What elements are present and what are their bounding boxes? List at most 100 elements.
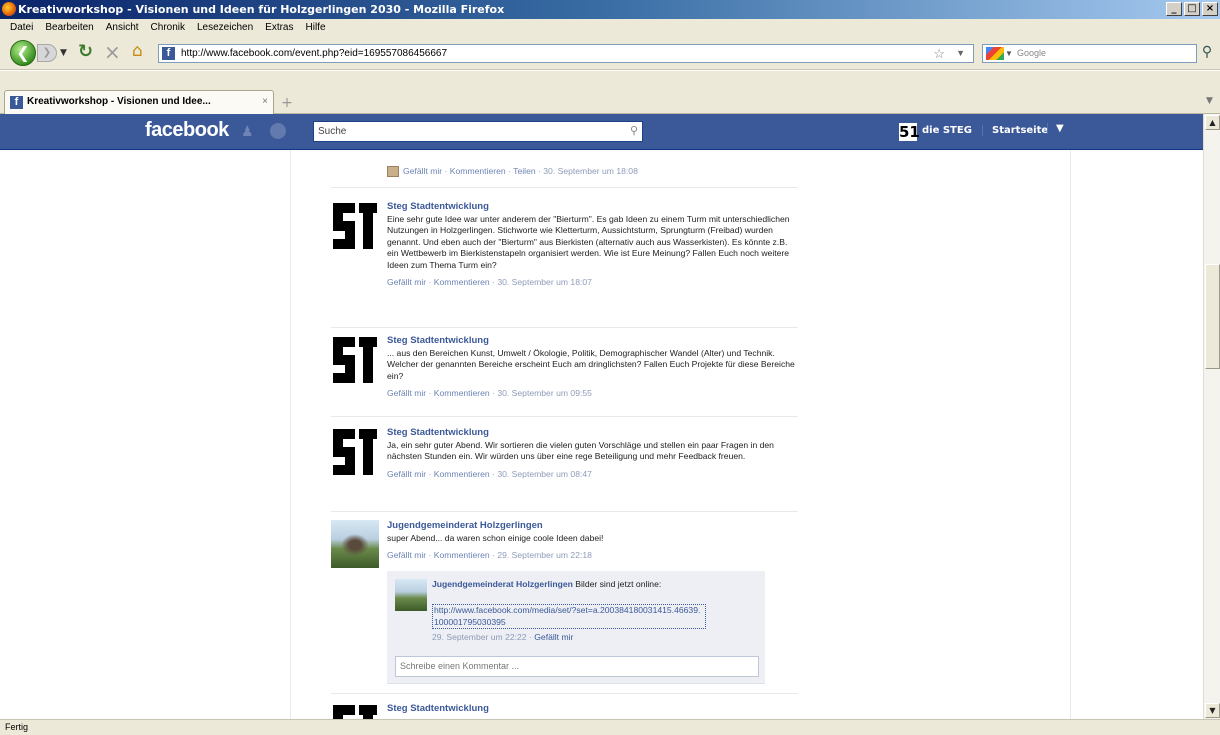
- home-icon[interactable]: ⌂: [132, 41, 143, 61]
- post-time: 30. September um 08:47: [497, 468, 592, 479]
- friend-requests-icon[interactable]: ♟: [241, 124, 254, 140]
- history-dropdown-icon[interactable]: ▼: [60, 48, 67, 58]
- engine-dropdown-icon[interactable]: ▼: [1005, 45, 1013, 62]
- url-text: http://www.facebook.com/event.php?eid=16…: [181, 48, 448, 59]
- comment-link[interactable]: Kommentieren: [434, 388, 490, 398]
- share-link[interactable]: Teilen: [513, 166, 535, 176]
- google-icon[interactable]: [986, 47, 1004, 60]
- window-title-bar: Kreativworkshop - Visionen und Ideen für…: [0, 0, 1220, 19]
- post-author[interactable]: Steg Stadtentwicklung: [387, 427, 797, 438]
- search-engine-input[interactable]: ▼ Google: [982, 44, 1197, 63]
- post-text: Ja, ein sehr guter Abend. Wir sortieren …: [387, 440, 774, 462]
- menu-ansicht[interactable]: Ansicht: [100, 22, 145, 33]
- post-actions: Gefällt mir · Kommentieren · 30. Septemb…: [387, 277, 592, 288]
- window-title: Kreativworkshop - Visionen und Ideen für…: [18, 3, 505, 16]
- jugendgemeinderat-avatar[interactable]: [331, 520, 379, 568]
- comment-box: Jugendgemeinderat Holzgerlingen Bilder s…: [387, 571, 765, 684]
- url-dropdown-icon[interactable]: ▼: [956, 45, 965, 62]
- comment-link[interactable]: Kommentieren: [450, 166, 506, 176]
- comment-link-url[interactable]: http://www.facebook.com/media/set/?set=a…: [432, 604, 706, 630]
- steg-avatar[interactable]: [331, 335, 379, 385]
- tab-kreativworkshop[interactable]: f Kreativworkshop - Visionen und Idee...…: [4, 90, 274, 114]
- facebook-header: facebook ♟ Suche ⚲ 51 die STEG Startseit…: [0, 114, 1203, 150]
- menu-hilfe[interactable]: Hilfe: [300, 22, 332, 33]
- write-comment-input[interactable]: Schreibe einen Kommentar ...: [395, 656, 759, 677]
- tab-close-icon[interactable]: ×: [262, 91, 268, 113]
- comment-author[interactable]: Jugendgemeinderat Holzgerlingen: [432, 579, 573, 589]
- post-text: ... aus den Bereichen Kunst, Umwelt / Ök…: [387, 348, 795, 381]
- post-separator: [331, 327, 798, 328]
- like-link[interactable]: Gefällt mir: [387, 469, 426, 479]
- forward-button[interactable]: ❯: [37, 44, 57, 62]
- search-magnifier-icon[interactable]: ⚲: [1198, 44, 1216, 63]
- post-actions: Gefällt mir · Kommentieren · 29. Septemb…: [387, 550, 592, 561]
- profile-link[interactable]: die STEG: [922, 125, 972, 136]
- menu-lesezeichen[interactable]: Lesezeichen: [191, 22, 259, 33]
- scroll-down-icon[interactable]: ▼: [1205, 703, 1220, 718]
- status-bar: Fertig: [0, 719, 1220, 735]
- like-link[interactable]: Gefällt mir: [387, 388, 426, 398]
- scroll-up-icon[interactable]: ▲: [1205, 115, 1220, 130]
- facebook-search-input[interactable]: Suche ⚲: [313, 121, 643, 142]
- comment-avatar[interactable]: [395, 579, 427, 611]
- wall-post: Steg Stadtentwicklung ... aus den Bereic…: [331, 335, 798, 415]
- comment-like-link[interactable]: Gefällt mir: [534, 632, 573, 642]
- comment-text: Bilder sind jetzt online:: [572, 579, 662, 589]
- menu-datei[interactable]: Datei: [4, 22, 39, 33]
- menu-chronik[interactable]: Chronik: [145, 22, 191, 33]
- minimize-button[interactable]: _: [1166, 2, 1182, 16]
- post-body: Jugendgemeinderat Holzgerlingen super Ab…: [387, 520, 797, 560]
- menu-bearbeiten[interactable]: Bearbeiten: [39, 22, 99, 33]
- post-time: 30. September um 18:08: [543, 166, 638, 176]
- comment-link[interactable]: Kommentieren: [434, 277, 490, 287]
- post-author[interactable]: Steg Stadtentwicklung: [387, 335, 797, 346]
- share-attachment-icon: [387, 166, 399, 178]
- post-author[interactable]: Steg Stadtentwicklung: [387, 201, 797, 212]
- comment-actions: 29. September um 22:22 · Gefällt mir: [432, 632, 574, 643]
- post-body: Steg Stadtentwicklung ... aus den Bereic…: [387, 335, 797, 398]
- menu-extras[interactable]: Extras: [259, 22, 299, 33]
- steg-avatar[interactable]: [331, 427, 379, 477]
- scroll-thumb[interactable]: [1205, 264, 1220, 369]
- navigation-toolbar: ❮ ❯ ▼ ↻ × ⌂ f http://www.facebook.com/ev…: [0, 36, 1220, 70]
- post-time: 29. September um 22:18: [497, 550, 592, 561]
- toolbar-spacer: [0, 71, 1220, 88]
- new-tab-button[interactable]: +: [278, 94, 296, 112]
- previous-post-actions: Gefällt mir · Kommentieren · Teilen · 30…: [387, 166, 638, 178]
- post-separator: [331, 511, 798, 512]
- tab-list-icon[interactable]: ▼: [1206, 96, 1216, 110]
- facebook-logo[interactable]: facebook: [145, 119, 229, 142]
- steg-avatar[interactable]: [331, 201, 379, 251]
- bookmark-star-icon[interactable]: ☆: [933, 45, 945, 62]
- post-separator: [331, 416, 798, 417]
- steg-profile-icon[interactable]: 51: [899, 123, 920, 141]
- wall-post: Steg Stadtentwicklung Ja, ein sehr guter…: [331, 427, 798, 507]
- close-button[interactable]: ×: [1202, 2, 1218, 16]
- account-menu-icon[interactable]: ▼: [1047, 123, 1064, 134]
- back-button[interactable]: ❮: [10, 40, 36, 66]
- notifications-globe-icon[interactable]: [270, 123, 286, 139]
- stop-icon[interactable]: ×: [104, 40, 121, 64]
- vertical-scrollbar[interactable]: ▲ ▼: [1203, 114, 1220, 719]
- post-author[interactable]: Steg Stadtentwicklung: [387, 703, 797, 714]
- post-separator: [331, 693, 798, 694]
- post-text: super Abend... da waren schon einige coo…: [387, 533, 604, 543]
- url-bar[interactable]: f http://www.facebook.com/event.php?eid=…: [158, 44, 974, 63]
- reload-icon[interactable]: ↻: [78, 41, 93, 62]
- post-author[interactable]: Jugendgemeinderat Holzgerlingen: [387, 520, 797, 531]
- status-text: Fertig: [5, 722, 29, 732]
- comment-link[interactable]: Kommentieren: [434, 550, 490, 560]
- like-link[interactable]: Gefällt mir: [403, 166, 442, 176]
- like-link[interactable]: Gefällt mir: [387, 277, 426, 287]
- post-body: Steg Stadtentwicklung Ja, ein sehr guter…: [387, 427, 797, 479]
- search-placeholder: Google: [1017, 48, 1047, 58]
- home-link[interactable]: Startseite: [982, 125, 1048, 136]
- steg-avatar[interactable]: [331, 703, 379, 719]
- search-icon[interactable]: ⚲: [630, 122, 638, 141]
- window-controls: _ □ ×: [1166, 2, 1218, 16]
- post-actions: Gefällt mir · Kommentieren · 30. Septemb…: [387, 468, 592, 479]
- post-text: Eine sehr gute Idee war unter anderem de…: [387, 214, 790, 270]
- maximize-button[interactable]: □: [1184, 2, 1200, 16]
- comment-link[interactable]: Kommentieren: [434, 469, 490, 479]
- like-link[interactable]: Gefällt mir: [387, 550, 426, 560]
